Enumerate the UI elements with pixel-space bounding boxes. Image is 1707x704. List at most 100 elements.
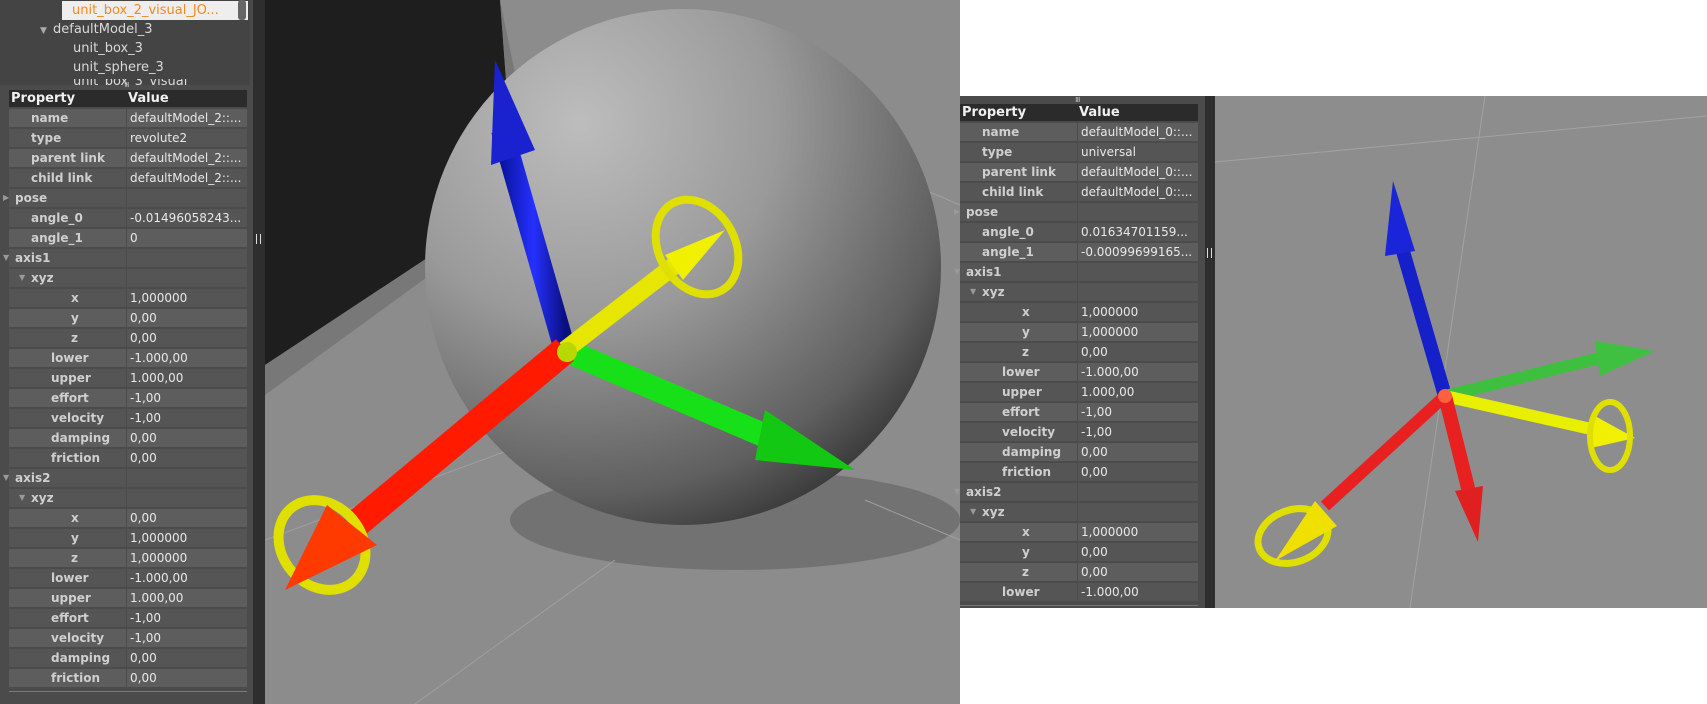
property-value[interactable]: -1,00 [1081,403,1196,421]
tree-item-selected[interactable]: unit_box_2_visual_JO... [62,1,248,20]
property-value[interactable]: 0,00 [1081,463,1196,481]
property-row[interactable]: upper 1.000,00 [9,589,247,607]
property-row[interactable]: angle_0 0.01634701159... [960,223,1198,241]
panel-splitter[interactable] [1205,96,1215,608]
property-value[interactable]: 1.000,00 [130,369,245,387]
property-row[interactable]: parent link defaultModel_0::... [960,163,1198,181]
property-value[interactable]: universal [1081,143,1196,161]
collapse-arrow-icon[interactable]: ▼ [19,269,25,287]
property-value[interactable]: -1.000,00 [130,349,245,367]
collapse-arrow-icon[interactable]: ▼ [19,489,25,507]
expand-arrow-icon[interactable]: ▶ [3,189,9,207]
property-row[interactable]: effort -1,00 [9,609,247,627]
property-value[interactable]: 0.01634701159... [1081,223,1196,241]
property-value[interactable]: 1.000,00 [1081,383,1196,401]
model-tree[interactable]: unit_box_2_visual_JO... ▼ defaultModel_3… [0,0,250,85]
property-row[interactable]: angle_1 0 [9,229,247,247]
property-group-row[interactable]: ▼ axis1 [3,249,247,267]
property-row[interactable]: damping 0,00 [9,649,247,667]
property-value[interactable]: -1.000,00 [130,569,245,587]
property-row[interactable]: lower -1.000,00 [960,363,1198,381]
property-row[interactable]: lower -1.000,00 [960,583,1198,601]
property-value[interactable]: -1.000,00 [1081,583,1196,601]
property-row[interactable]: upper 1.000,00 [9,369,247,387]
property-value[interactable] [130,489,245,507]
property-group-row[interactable]: ▶ pose [954,203,1198,221]
property-value[interactable]: 0,00 [1081,443,1196,461]
property-group-row[interactable]: ▼ xyz [9,489,247,507]
property-row[interactable]: x 1,000000 [9,289,247,307]
property-value[interactable]: 1,000000 [1081,303,1196,321]
property-value[interactable]: revolute2 [130,129,245,147]
property-row[interactable]: x 0,00 [9,509,247,527]
property-row[interactable]: friction 0,00 [960,463,1198,481]
property-value[interactable]: 1,000000 [1081,523,1196,541]
property-group-row[interactable]: ▼ axis2 [954,483,1198,501]
property-group-row[interactable]: ▶ pose [3,189,247,207]
property-row[interactable]: upper 1.000,00 [960,383,1198,401]
collapse-arrow-icon[interactable]: ▼ [970,503,976,521]
property-value[interactable]: -1,00 [130,629,245,647]
tree-scrollbar[interactable] [238,0,246,20]
property-row[interactable]: velocity -1,00 [960,423,1198,441]
property-row[interactable]: velocity -1,00 [9,409,247,427]
collapse-arrow-icon[interactable]: ▼ [3,249,9,267]
property-value[interactable]: -1,00 [130,389,245,407]
property-group-row[interactable]: ▼ axis2 [3,469,247,487]
property-value[interactable]: 0,00 [130,309,245,327]
property-value[interactable]: 1,000000 [130,529,245,547]
property-value[interactable]: 0,00 [1081,543,1196,561]
splitter-handle[interactable]: ııı [1075,95,1080,105]
property-row[interactable]: y 0,00 [9,309,247,327]
property-row[interactable]: child link defaultModel_0::... [960,183,1198,201]
property-value[interactable]: -0.01496058243... [130,209,245,227]
property-value[interactable]: 0,00 [1081,563,1196,581]
property-value[interactable]: 1,000000 [130,289,245,307]
property-row[interactable]: z 1,000000 [9,549,247,567]
property-value[interactable]: 0,00 [130,429,245,447]
property-value[interactable]: defaultModel_0::... [1081,183,1196,201]
property-value[interactable] [130,189,245,207]
property-row[interactable]: z 0,00 [9,329,247,347]
splitter-grip-icon[interactable] [256,234,261,244]
collapse-arrow-icon[interactable]: ▼ [970,283,976,301]
property-value[interactable]: 0,00 [130,669,245,687]
property-value[interactable]: 0 [130,229,245,247]
tree-item-link[interactable]: unit_sphere_3 [73,60,164,75]
collapse-arrow-icon[interactable]: ▼ [3,469,9,487]
property-value[interactable]: defaultModel_2::... [130,109,245,127]
property-row[interactable]: child link defaultModel_2::... [9,169,247,187]
property-row[interactable]: x 1,000000 [960,303,1198,321]
property-row[interactable]: friction 0,00 [9,449,247,467]
property-row[interactable]: lower -1.000,00 [9,569,247,587]
property-row[interactable]: velocity -1,00 [9,629,247,647]
property-group-row[interactable]: ▼ xyz [960,503,1198,521]
property-row[interactable]: y 1,000000 [960,323,1198,341]
expand-arrow-icon[interactable]: ▶ [954,203,960,221]
property-value[interactable]: defaultModel_2::... [130,169,245,187]
property-value[interactable]: defaultModel_0::... [1081,163,1196,181]
property-value[interactable] [1081,483,1196,501]
property-value[interactable]: 0,00 [130,509,245,527]
viewport-3d-left[interactable] [265,0,960,704]
property-value[interactable]: 1.000,00 [130,589,245,607]
property-row[interactable]: damping 0,00 [960,443,1198,461]
property-row[interactable]: x 1,000000 [960,523,1198,541]
property-value[interactable]: defaultModel_2::... [130,149,245,167]
property-group-row[interactable]: ▼ xyz [960,283,1198,301]
property-value[interactable]: defaultModel_0::... [1081,123,1196,141]
property-value[interactable]: -0.00099699165... [1081,243,1196,261]
tree-item-link[interactable]: unit_box_3_visual [73,79,187,85]
property-value[interactable] [130,469,245,487]
property-row[interactable]: friction 0,00 [9,669,247,687]
property-row[interactable]: angle_1 -0.00099699165... [960,243,1198,261]
property-row[interactable]: parent link defaultModel_2::... [9,149,247,167]
property-row[interactable]: z 0,00 [960,563,1198,581]
property-row[interactable]: type universal [960,143,1198,161]
property-value[interactable] [130,269,245,287]
property-group-row[interactable]: ▼ xyz [9,269,247,287]
property-row[interactable]: type revolute2 [9,129,247,147]
expand-arrow-icon[interactable]: ▼ [40,26,47,36]
property-value[interactable] [1081,503,1196,521]
property-row[interactable]: y 1,000000 [9,529,247,547]
